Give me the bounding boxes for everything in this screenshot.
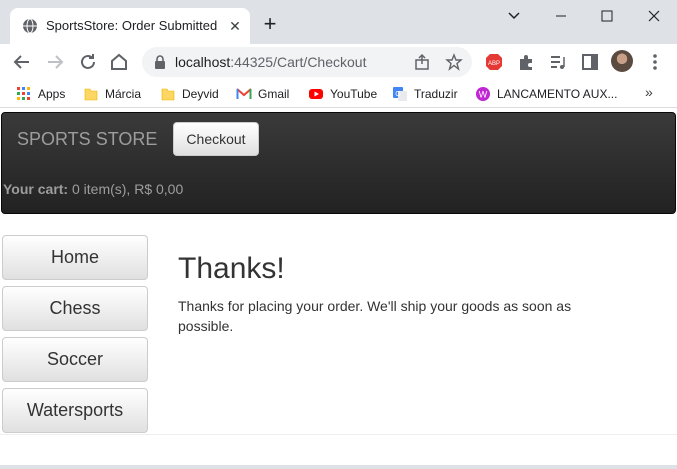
minimize-icon[interactable] bbox=[547, 4, 575, 28]
bookmark-star-icon[interactable] bbox=[445, 53, 463, 71]
purple-app-icon: W bbox=[476, 87, 490, 101]
tab-title: SportsStore: Order Submitted bbox=[46, 18, 218, 33]
category-nav: Home Chess Soccer Watersports bbox=[2, 235, 148, 439]
site-brand[interactable]: SPORTS STORE bbox=[17, 129, 157, 150]
lock-icon bbox=[155, 55, 165, 69]
menu-kebab-icon[interactable] bbox=[645, 52, 665, 72]
category-soccer-button[interactable]: Soccer bbox=[2, 337, 148, 382]
cart-label: Your cart: bbox=[3, 181, 69, 197]
bookmark-label: Márcia bbox=[105, 87, 142, 101]
category-home-button[interactable]: Home bbox=[2, 235, 148, 280]
cart-summary-text: 0 item(s), R$ 0,00 bbox=[68, 181, 184, 197]
more-bookmarks-icon[interactable]: » bbox=[645, 84, 653, 100]
url-path: :44325/Cart/Checkout bbox=[230, 54, 367, 70]
close-tab-icon[interactable]: ✕ bbox=[226, 17, 244, 35]
maximize-icon[interactable] bbox=[593, 4, 621, 28]
bookmarks-bar: Apps Márcia Deyvid Gmail YouTube G Tradu… bbox=[0, 80, 677, 108]
home-icon[interactable] bbox=[107, 50, 131, 74]
youtube-icon bbox=[309, 89, 323, 99]
bookmark-label: LANCAMENTO AUX... bbox=[497, 87, 618, 101]
browser-toolbar: localhost:44325/Cart/Checkout ABP bbox=[0, 44, 677, 80]
translate-icon: G bbox=[393, 87, 407, 101]
svg-text:W: W bbox=[479, 90, 488, 100]
main-content: Thanks! Thanks for placing your order. W… bbox=[178, 252, 598, 336]
back-arrow-icon[interactable] bbox=[10, 50, 34, 74]
folder-icon bbox=[161, 88, 175, 101]
browser-tab[interactable]: SportsStore: Order Submitted ✕ bbox=[10, 8, 250, 44]
tab-search-icon[interactable] bbox=[500, 4, 528, 28]
profile-avatar[interactable] bbox=[611, 50, 633, 72]
gmail-icon bbox=[236, 88, 252, 99]
page-title: Thanks! bbox=[178, 252, 285, 285]
bookmark-label: YouTube bbox=[330, 87, 378, 101]
svg-text:ABP: ABP bbox=[488, 61, 500, 67]
site-navbar: SPORTS STORE Checkout Your cart: 0 item(… bbox=[1, 112, 676, 214]
new-tab-icon[interactable]: + bbox=[258, 12, 282, 36]
divider bbox=[0, 434, 677, 435]
window-bottom-edge bbox=[0, 465, 677, 469]
globe-icon bbox=[23, 18, 37, 34]
extensions-puzzle-icon[interactable] bbox=[516, 52, 536, 72]
checkout-button[interactable]: Checkout bbox=[173, 122, 259, 156]
category-watersports-button[interactable]: Watersports bbox=[2, 388, 148, 433]
apps-grid-icon bbox=[17, 87, 30, 100]
url-host: localhost bbox=[175, 54, 231, 70]
url-text: localhost:44325/Cart/Checkout bbox=[175, 54, 366, 70]
bookmark-label: Deyvid bbox=[182, 87, 219, 101]
close-window-icon[interactable] bbox=[640, 4, 668, 28]
bookmark-label: Apps bbox=[38, 87, 66, 101]
bookmark-label: Gmail bbox=[258, 87, 290, 101]
svg-text:G: G bbox=[395, 91, 400, 98]
media-playlist-icon[interactable] bbox=[548, 52, 568, 72]
adblock-extension-icon[interactable]: ABP bbox=[484, 52, 504, 72]
reload-icon[interactable] bbox=[76, 50, 100, 74]
folder-icon bbox=[84, 88, 98, 101]
cart-summary: Your cart: 0 item(s), R$ 0,00 bbox=[3, 181, 183, 197]
share-icon[interactable] bbox=[413, 53, 431, 71]
forward-arrow-icon[interactable] bbox=[43, 50, 67, 74]
tab-strip: SportsStore: Order Submitted ✕ + bbox=[0, 0, 677, 44]
address-bar[interactable]: localhost:44325/Cart/Checkout bbox=[142, 47, 472, 77]
page-viewport: SPORTS STORE Checkout Your cart: 0 item(… bbox=[0, 109, 677, 469]
bookmark-label: Traduzir bbox=[414, 87, 458, 101]
category-chess-button[interactable]: Chess bbox=[2, 286, 148, 331]
confirmation-message: Thanks for placing your order. We'll shi… bbox=[178, 298, 572, 334]
side-panel-icon[interactable] bbox=[580, 52, 600, 72]
